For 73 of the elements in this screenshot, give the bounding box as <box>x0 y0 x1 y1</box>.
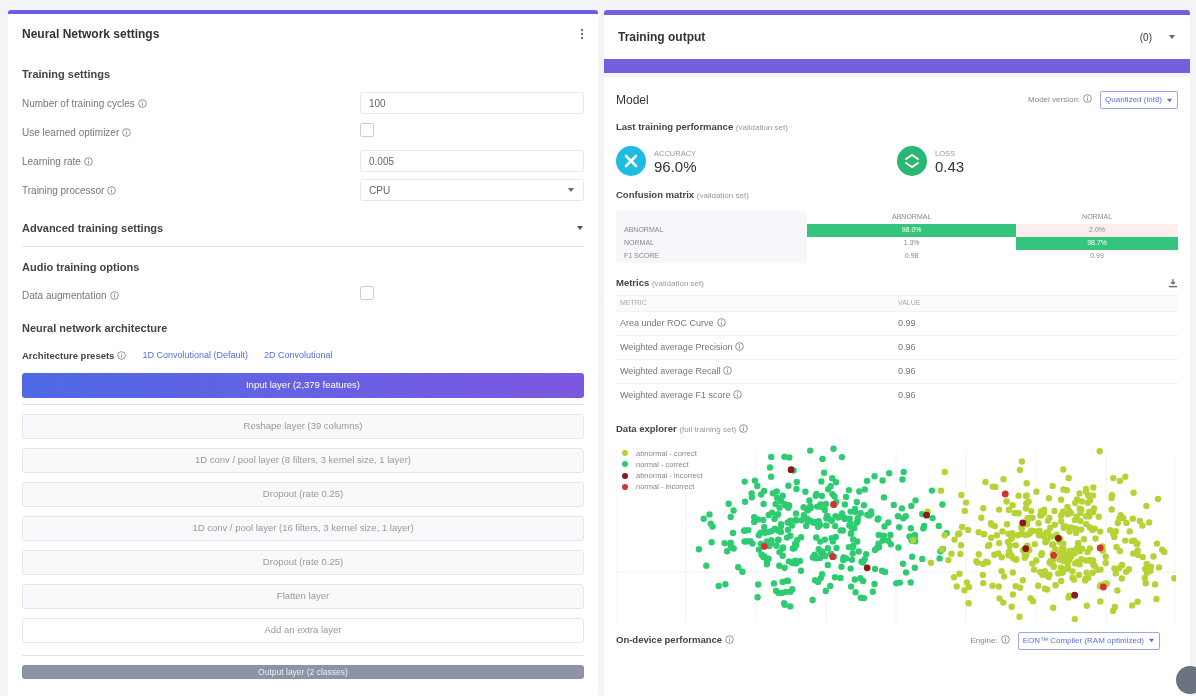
checkbox[interactable] <box>360 286 374 301</box>
metric-name: Area under ROC Curve <box>620 317 726 328</box>
layer-button[interactable]: Dropout (rate 0.25) <box>22 549 584 575</box>
download-icon[interactable] <box>1168 278 1178 288</box>
layer-button[interactable]: 1D conv / pool layer (8 filters, 3 kernel size, 1 layer) <box>22 447 584 473</box>
info-icon[interactable] <box>117 350 127 360</box>
metric-value: 0.99 <box>897 311 1178 336</box>
info-icon[interactable] <box>109 291 119 301</box>
select-field[interactable]: CPU <box>360 179 584 201</box>
stat-value: 0.43 <box>935 159 965 175</box>
layer-button[interactable]: 1D conv / pool layer (16 filters, 3 kernel size, 1 layer) <box>22 515 584 541</box>
info-icon[interactable] <box>1000 634 1010 644</box>
caret-icon[interactable] <box>1168 33 1176 41</box>
input-layer-bar[interactable]: Input layer (2,379 features) <box>22 372 584 398</box>
version-select[interactable]: Quantized (int8) <box>1100 91 1178 109</box>
metric-value: 0.96 <box>897 359 1178 384</box>
caret-icon[interactable] <box>576 224 584 232</box>
more-options-icon[interactable] <box>580 28 584 40</box>
info-icon[interactable] <box>137 98 147 108</box>
presets-label: Architecture presets <box>22 348 127 363</box>
section-heading: Last training performance (validation set) <box>616 119 788 134</box>
engine-label: Engine: <box>970 634 1010 647</box>
info-icon[interactable] <box>716 317 726 327</box>
metric-value: 0.96 <box>897 335 1178 360</box>
metric-name: Weighted average Recall <box>620 365 733 376</box>
metric-value: 0.96 <box>897 383 1178 408</box>
accuracy-icon <box>616 146 646 176</box>
preset-link[interactable]: 2D Convolutional <box>263 348 333 363</box>
field-label: Number of training cycles <box>22 97 147 109</box>
layer-button[interactable]: Flatten layer <box>22 583 584 609</box>
section-heading: On-device performance <box>616 633 735 648</box>
caret-icon <box>1166 96 1173 104</box>
info-icon[interactable] <box>122 127 132 137</box>
panel-title: Training output <box>618 29 706 46</box>
version-label: Model version: <box>1028 94 1093 106</box>
section-heading: Training settings <box>22 67 111 82</box>
field-label: Data augmentation <box>22 290 119 302</box>
job-count: (0) <box>1139 30 1152 45</box>
info-icon[interactable] <box>107 185 117 195</box>
stat-value: 96.0% <box>654 159 697 175</box>
output-layer-bar[interactable]: Output layer (2 classes) <box>22 664 584 679</box>
info-icon[interactable] <box>733 390 743 399</box>
input-field[interactable]: 0.005 <box>360 150 584 172</box>
engine-select[interactable]: EON™ Compiler (RAM optimized) <box>1017 631 1160 650</box>
section-heading: Audio training options <box>22 259 141 275</box>
info-icon[interactable] <box>725 635 735 645</box>
info-icon[interactable] <box>735 341 745 351</box>
caret-icon <box>567 186 575 194</box>
field-label: Learning rate <box>22 155 93 167</box>
input-field[interactable]: 100 <box>360 92 584 114</box>
info-icon[interactable] <box>83 156 93 166</box>
preset-link[interactable]: 1D Convolutional (Default) <box>142 348 248 363</box>
layer-button[interactable]: Dropout (rate 0.25) <box>22 481 584 507</box>
add-layer-button[interactable]: Add an extra layer <box>22 617 584 643</box>
info-icon[interactable] <box>739 424 749 434</box>
card-title: Model <box>616 92 649 109</box>
section-heading: Neural network architecture <box>22 321 169 336</box>
panel-title: Neural Network settings <box>22 26 160 43</box>
metric-name: Weighted average Precision <box>620 341 745 352</box>
metric-name: Weighted average F1 score <box>620 390 743 400</box>
field-label: Training processor <box>22 184 117 196</box>
loss-icon <box>897 146 927 176</box>
field-label: Use learned optimizer <box>22 126 132 138</box>
layer-button[interactable]: Reshape layer (39 columns) <box>22 413 584 439</box>
checkbox[interactable] <box>360 122 374 137</box>
chat-bubble-button[interactable] <box>1176 666 1196 694</box>
section-heading: Confusion matrix (validation set) <box>616 187 749 202</box>
advanced-settings-toggle[interactable]: Advanced training settings <box>22 219 164 237</box>
caret-icon <box>1148 637 1155 644</box>
section-heading: Data explorer (full training set) <box>616 422 749 437</box>
section-heading: Metrics (validation set) <box>616 275 704 290</box>
info-icon[interactable] <box>723 365 733 375</box>
info-icon[interactable] <box>1083 94 1093 103</box>
